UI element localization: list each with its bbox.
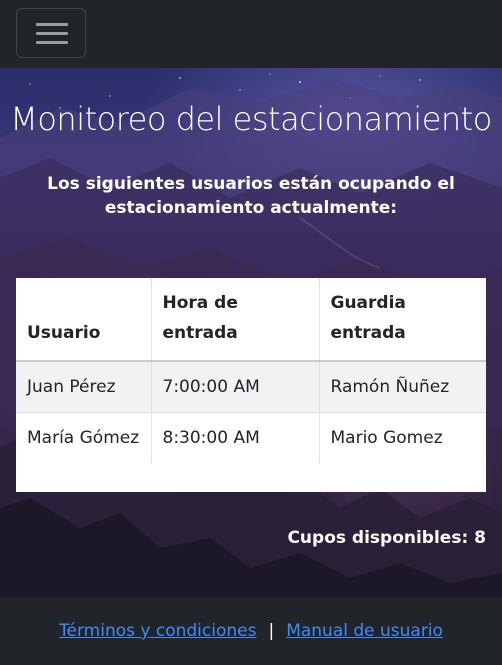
table-row: Juan Pérez 7:00:00 AM Ramón Ñuñez [16, 361, 486, 413]
navbar-toggle-button[interactable] [16, 8, 86, 58]
cell-guardia-entrada: Ramón Ñuñez [318, 361, 486, 413]
cell-guardia-entrada: Mario Gomez [318, 412, 486, 463]
hero-section: Monitoreo del estacionamiento Los siguie… [0, 68, 502, 597]
available-spots-label: Cupos disponibles: 8 [287, 528, 486, 548]
parking-occupancy-table: Usuario Hora de entrada Guardia entrada … [16, 278, 486, 492]
footer: Términos y condiciones | Manual de usuario [0, 597, 502, 665]
table-header-row: Usuario Hora de entrada Guardia entrada [16, 278, 486, 362]
cell-hora-entrada: 7:00:00 AM [150, 361, 319, 413]
terms-link[interactable]: Términos y condiciones [59, 621, 256, 641]
table-row: María Gómez 8:30:00 AM Mario Gomez [16, 412, 486, 463]
column-header-hora-entrada: Hora de entrada [150, 278, 319, 362]
column-header-usuario: Usuario [16, 278, 151, 362]
cell-usuario: Juan Pérez [27, 377, 116, 397]
footer-separator: | [268, 621, 275, 641]
navbar [0, 0, 502, 68]
page-subtitle: Los siguientes usuarios están ocupando e… [47, 174, 455, 218]
cell-usuario: María Gómez [27, 428, 140, 448]
cell-hora-entrada: 8:30:00 AM [150, 412, 319, 463]
page-title: Monitoreo del estacionamiento [10, 100, 492, 138]
column-header-guardia-entrada: Guardia entrada [318, 278, 486, 362]
user-manual-link[interactable]: Manual de usuario [286, 621, 443, 641]
